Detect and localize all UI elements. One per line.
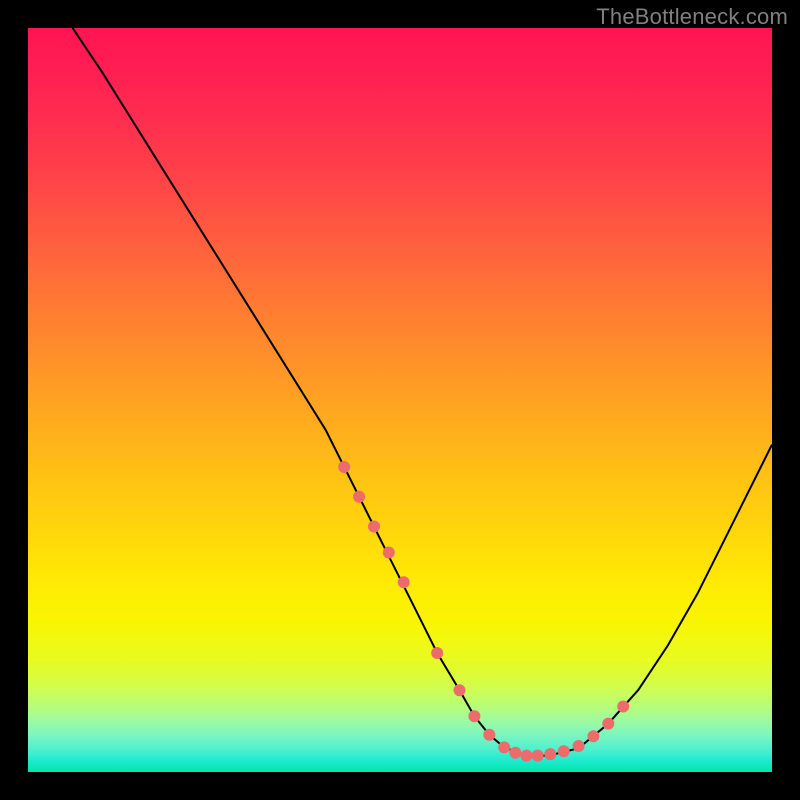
highlight-dot — [521, 750, 533, 762]
chart-svg-layer — [28, 28, 772, 772]
highlight-dot — [532, 750, 544, 762]
bottleneck-curve — [73, 28, 772, 756]
highlight-dot — [338, 461, 350, 473]
highlight-dot — [573, 740, 585, 752]
highlight-dot — [353, 491, 365, 503]
highlight-dot — [558, 745, 570, 757]
highlight-dot — [368, 521, 380, 533]
highlight-dot — [431, 647, 443, 659]
highlight-dot — [544, 748, 556, 760]
chart-plot-area — [28, 28, 772, 772]
highlight-dot — [454, 684, 466, 696]
highlight-dot — [398, 576, 410, 588]
highlight-dot — [509, 747, 521, 759]
highlight-dot — [498, 741, 510, 753]
highlight-dot — [617, 701, 629, 713]
watermark: TheBottleneck.com — [596, 4, 788, 30]
highlight-dot — [483, 729, 495, 741]
highlight-dot — [468, 710, 480, 722]
highlight-dots — [338, 461, 629, 762]
highlight-dot — [602, 718, 614, 730]
highlight-dot — [383, 547, 395, 559]
highlight-dot — [587, 730, 599, 742]
